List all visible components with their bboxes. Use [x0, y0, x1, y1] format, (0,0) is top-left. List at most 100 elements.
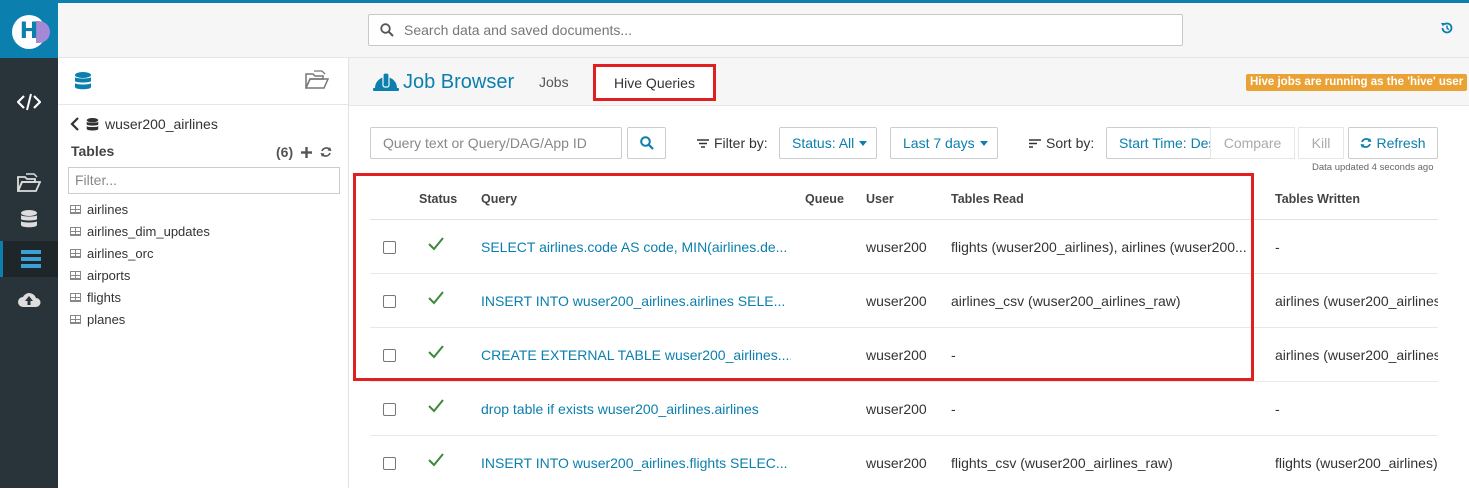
table-item[interactable]: airports [70, 264, 210, 286]
tables-written-cell: airlines (wuser200_airlines [1275, 347, 1438, 363]
filter-icon [697, 138, 709, 148]
row-checkbox[interactable] [383, 349, 396, 362]
tab-hive-queries[interactable]: Hive Queries [593, 64, 716, 101]
column-status[interactable]: Status [419, 192, 457, 206]
database-breadcrumb[interactable]: wuser200_airlines [70, 116, 218, 132]
row-checkbox[interactable] [383, 295, 396, 308]
hard-hat-icon [373, 72, 399, 91]
table-icon [70, 314, 81, 324]
caret-down-icon [979, 140, 988, 146]
filter-label: Filter by: [697, 135, 768, 151]
refresh-icon[interactable] [320, 146, 332, 158]
table-icon [70, 226, 81, 236]
table-name: airlines_dim_updates [87, 223, 210, 239]
refresh-label: Refresh [1376, 135, 1426, 151]
tables-read-cell: airlines_csv (wuser200_airlines_raw) [951, 293, 1181, 309]
tab-jobs[interactable]: Jobs [539, 74, 569, 90]
tables-read-cell: - [951, 347, 956, 363]
table-row[interactable]: CREATE EXTERNAL TABLE wuser200_airlines.… [370, 328, 1438, 382]
queries-table-header: Status Query Queue User Tables Read Tabl… [370, 178, 1438, 220]
query-search-input[interactable]: Query text or Query/DAG/App ID [370, 127, 622, 159]
table-row[interactable]: drop table if exists wuser200_airlines.a… [370, 382, 1438, 436]
hue-logo-icon[interactable]: H [12, 15, 50, 49]
database-name: wuser200_airlines [105, 116, 218, 132]
plus-icon[interactable] [301, 147, 313, 158]
refresh-icon [1360, 138, 1372, 148]
row-checkbox[interactable] [383, 403, 396, 416]
table-name: planes [87, 311, 126, 327]
table-icon [70, 292, 81, 302]
success-check-icon [428, 453, 444, 467]
tables-written-cell: - [1275, 401, 1280, 417]
tables-count-value: (6) [276, 144, 294, 160]
jobs-nav-item[interactable] [0, 241, 58, 277]
column-queue[interactable]: Queue [805, 192, 844, 206]
row-checkbox[interactable] [383, 241, 396, 254]
filter-label-text: Filter by: [714, 135, 768, 151]
job-browser-header: Job Browser Jobs Hive Queries Hive jobs … [349, 58, 1469, 106]
table-icon [70, 248, 81, 258]
query-search-button[interactable] [627, 127, 666, 159]
sort-label-text: Sort by: [1046, 135, 1095, 151]
top-bar: H Search data and saved documents... [0, 0, 1469, 58]
table-name: airports [87, 267, 131, 283]
user-cell: wuser200 [866, 455, 927, 471]
documents-nav-item[interactable] [0, 165, 58, 201]
documents-icon[interactable] [305, 70, 329, 90]
table-name: airlines [87, 201, 129, 217]
user-cell: wuser200 [866, 239, 927, 255]
table-row[interactable]: INSERT INTO wuser200_airlines.airlines S… [370, 274, 1438, 328]
table-item[interactable]: airlines_orc [70, 242, 210, 264]
database-icon [21, 210, 37, 228]
column-tables-read[interactable]: Tables Read [951, 192, 1024, 206]
tables-count: (6) [276, 144, 332, 160]
job-browser: Job Browser Jobs Hive Queries Hive jobs … [349, 58, 1469, 488]
global-search-input[interactable]: Search data and saved documents... [368, 14, 1183, 46]
table-row[interactable]: SELECT airlines.code AS code, MIN(airlin… [370, 220, 1438, 274]
compare-button[interactable]: Compare [1210, 127, 1295, 159]
caret-down-icon [859, 140, 868, 146]
sort-dropdown[interactable]: Start Time: Des [1106, 127, 1216, 159]
user-cell: wuser200 [866, 401, 927, 417]
column-tables-written[interactable]: Tables Written [1275, 192, 1360, 206]
table-name: airlines_orc [87, 245, 154, 261]
editor-nav-item[interactable] [0, 84, 58, 120]
logo-cell[interactable]: H [0, 3, 58, 58]
chevron-left-icon[interactable] [70, 117, 80, 131]
kill-button[interactable]: Kill [1298, 127, 1344, 159]
assist-header [58, 58, 348, 105]
table-filter-input[interactable]: Filter... [68, 167, 340, 194]
database-icon[interactable] [74, 71, 92, 91]
query-link[interactable]: INSERT INTO wuser200_airlines.airlines S… [481, 293, 791, 309]
folder-open-icon [17, 173, 41, 192]
database-nav-item[interactable] [0, 201, 58, 237]
query-link[interactable]: SELECT airlines.code AS code, MIN(airlin… [481, 239, 791, 255]
success-check-icon [428, 237, 444, 251]
importer-nav-item[interactable] [0, 281, 58, 317]
tables-written-cell: flights (wuser200_airlines) [1275, 455, 1438, 471]
table-item[interactable]: flights [70, 286, 210, 308]
assist-panel: wuser200_airlines Tables (6) Filter... a… [58, 58, 349, 488]
query-link[interactable]: drop table if exists wuser200_airlines.a… [481, 401, 791, 417]
tables-written-cell: airlines (wuser200_airlines [1275, 293, 1438, 309]
user-cell: wuser200 [866, 347, 927, 363]
table-row[interactable]: INSERT INTO wuser200_airlines.flights SE… [370, 436, 1438, 490]
table-list: airlines airlines_dim_updates airlines_o… [70, 198, 210, 330]
table-item[interactable]: airlines [70, 198, 210, 220]
query-link[interactable]: INSERT INTO wuser200_airlines.flights SE… [481, 455, 791, 471]
table-item[interactable]: planes [70, 308, 210, 330]
refresh-button[interactable]: Refresh [1348, 127, 1438, 159]
column-query[interactable]: Query [481, 192, 517, 206]
status-filter-dropdown[interactable]: Status: All [779, 127, 877, 159]
history-icon[interactable] [1440, 21, 1454, 35]
query-link[interactable]: CREATE EXTERNAL TABLE wuser200_airlines.… [481, 347, 791, 363]
column-user[interactable]: User [866, 192, 894, 206]
row-checkbox[interactable] [383, 457, 396, 470]
date-filter-dropdown[interactable]: Last 7 days [890, 127, 998, 159]
status-filter-value: Status: All [792, 135, 855, 151]
search-icon [639, 136, 654, 150]
tables-read-cell: flights_csv (wuser200_airlines_raw) [951, 455, 1173, 471]
table-item[interactable]: airlines_dim_updates [70, 220, 210, 242]
cloud-upload-icon [18, 293, 41, 307]
table-name: flights [87, 289, 121, 305]
